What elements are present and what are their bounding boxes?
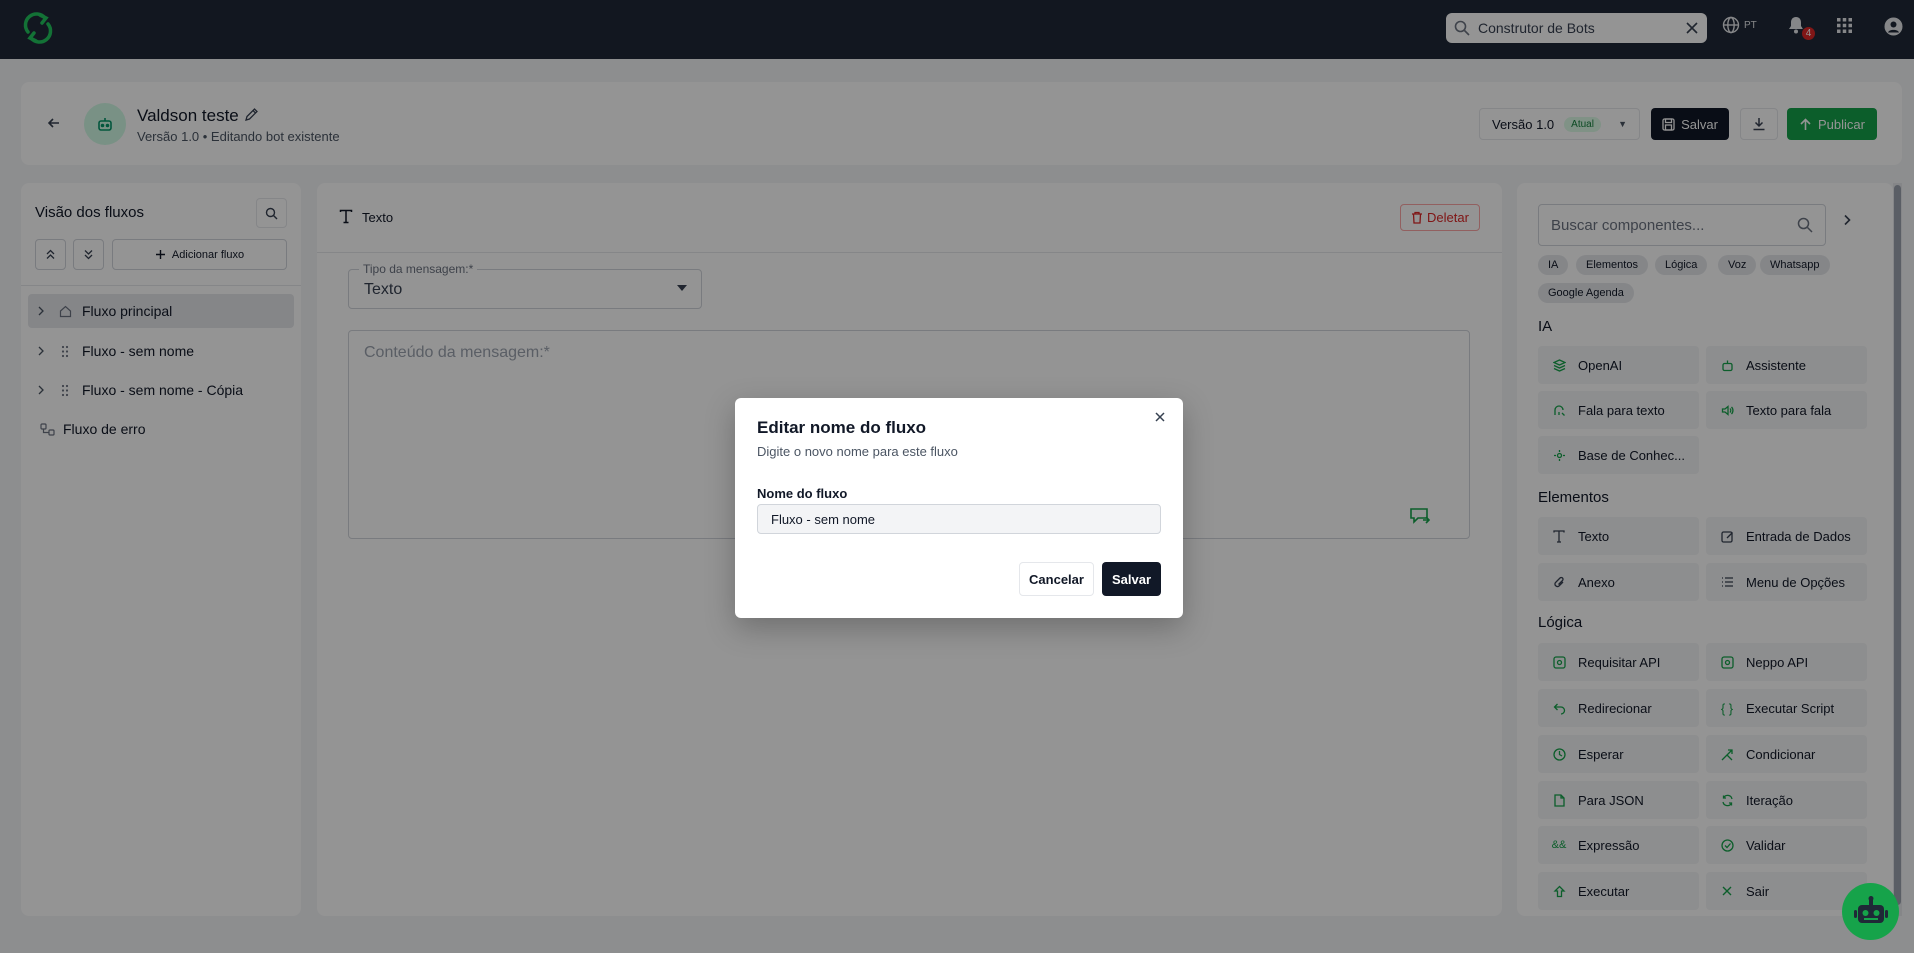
dialog-title: Editar nome do fluxo <box>757 418 927 437</box>
robot-icon <box>1853 895 1889 928</box>
flow-name-input[interactable] <box>757 504 1161 534</box>
edit-flow-name-dialog: Editar nome do fluxo Digite o novo nome … <box>735 398 1183 618</box>
flow-name-field-label: Nome do fluxo <box>757 486 848 501</box>
save-flow-name-button[interactable]: Salvar <box>1102 562 1161 596</box>
assistant-chatbot-button[interactable] <box>1842 883 1899 940</box>
close-icon[interactable] <box>1154 411 1166 423</box>
cancel-button[interactable]: Cancelar <box>1019 562 1094 596</box>
dialog-description: Digite o novo nome para este fluxo <box>757 444 958 459</box>
